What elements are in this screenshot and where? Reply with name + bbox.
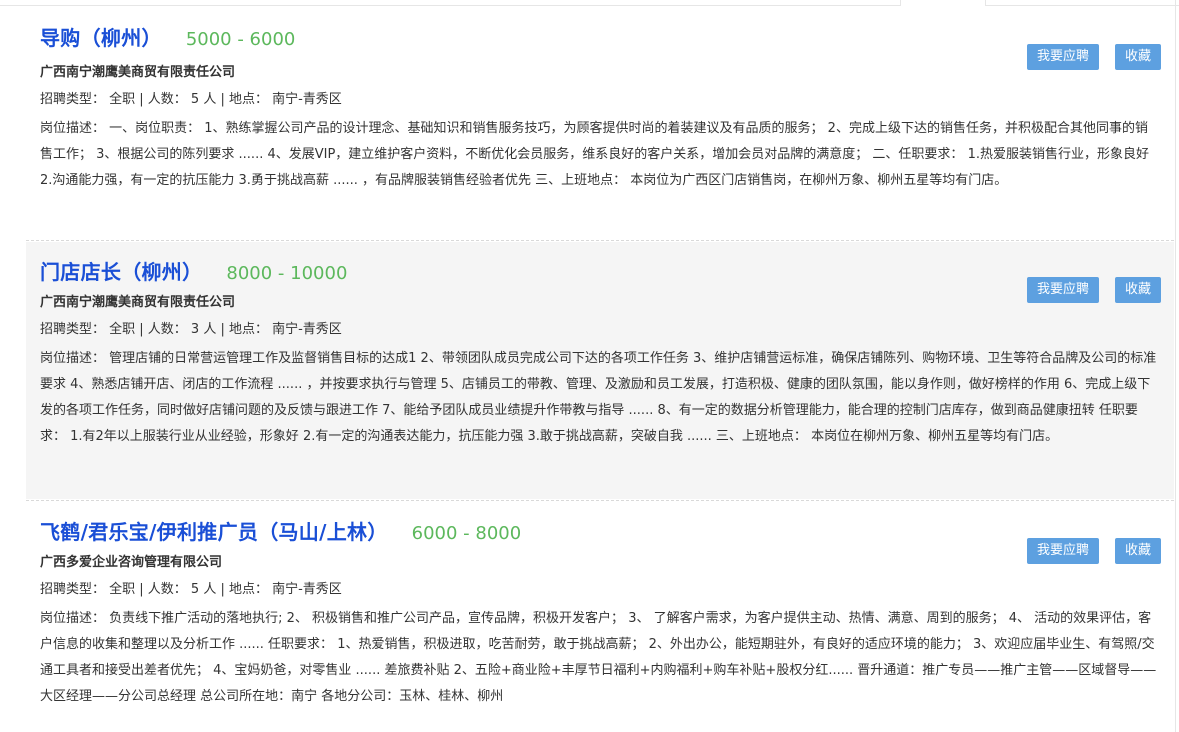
desc-text: 一、岗位职责： 1、熟练掌握公司产品的设计理念、基础知识和销售服务技巧，为顾客提…: [40, 121, 1149, 188]
job-card: 飞鹤/君乐宝/伊利推广员（马山/上林） 6000 - 8000 广西多爱企业咨询…: [26, 502, 1174, 732]
favorite-button[interactable]: 收藏: [1114, 44, 1161, 70]
job-title[interactable]: 门店店长（柳州）: [40, 256, 202, 285]
company-name[interactable]: 广西南宁潮鹰美商贸有限责任公司: [40, 60, 1160, 86]
job-actions: 我要应聘 收藏: [1026, 538, 1161, 564]
favorite-button[interactable]: 收藏: [1114, 538, 1161, 564]
job-card: 导购（柳州） 5000 - 6000 广西南宁潮鹰美商贸有限责任公司 招聘类型：…: [26, 18, 1174, 236]
job-meta: 招聘类型： 全职 | 人数： 5 人 | 地点： 南宁-青秀区: [40, 92, 342, 107]
job-title[interactable]: 飞鹤/君乐宝/伊利推广员（马山/上林）: [40, 516, 388, 545]
desc-text: 负责线下推广活动的落地执行; 2、 积极销售和推广公司产品，宣传品牌，积极开发客…: [40, 611, 1157, 704]
desc-label: 岗位描述：: [40, 121, 110, 136]
job-actions: 我要应聘 收藏: [1026, 277, 1161, 303]
company-name[interactable]: 广西南宁潮鹰美商贸有限责任公司: [40, 290, 1160, 316]
job-title-line: 门店店长（柳州） 8000 - 10000: [40, 242, 1160, 288]
job-salary: 8000 - 10000: [226, 263, 348, 284]
apply-button[interactable]: 我要应聘: [1026, 277, 1099, 303]
job-description: 岗位描述： 一、岗位职责： 1、熟练掌握公司产品的设计理念、基础知识和销售服务技…: [40, 116, 1160, 194]
desc-text: 管理店铺的日常营运管理工作及监督销售目标的达成1 2、带领团队成员完成公司下达的…: [40, 351, 1157, 444]
favorite-button[interactable]: 收藏: [1114, 277, 1161, 303]
job-salary: 6000 - 8000: [411, 523, 522, 544]
company-name[interactable]: 广西多爱企业咨询管理有限公司: [40, 550, 1160, 576]
job-actions: 我要应聘 收藏: [1026, 44, 1161, 70]
job-title[interactable]: 导购（柳州）: [40, 22, 162, 51]
job-description: 岗位描述： 负责线下推广活动的落地执行; 2、 积极销售和推广公司产品，宣传品牌…: [40, 606, 1160, 710]
job-salary: 5000 - 6000: [185, 29, 296, 50]
job-title-line: 导购（柳州） 5000 - 6000: [40, 18, 1160, 58]
apply-button[interactable]: 我要应聘: [1026, 44, 1099, 70]
job-meta: 招聘类型： 全职 | 人数： 3 人 | 地点： 南宁-青秀区: [40, 322, 342, 337]
job-description: 岗位描述： 管理店铺的日常营运管理工作及监督销售目标的达成1 2、带领团队成员完…: [40, 346, 1160, 450]
top-bar: [0, 0, 1179, 6]
divider: [26, 500, 1174, 501]
job-title-line: 飞鹤/君乐宝/伊利推广员（马山/上林） 6000 - 8000: [40, 502, 1160, 548]
right-border: [1175, 0, 1176, 732]
job-meta: 招聘类型： 全职 | 人数： 5 人 | 地点： 南宁-青秀区: [40, 582, 342, 597]
apply-button[interactable]: 我要应聘: [1026, 538, 1099, 564]
desc-label: 岗位描述：: [40, 611, 110, 626]
job-card: 门店店长（柳州） 8000 - 10000 广西南宁潮鹰美商贸有限责任公司 招聘…: [26, 242, 1174, 499]
divider: [26, 240, 1174, 241]
tab-fragment: [900, 0, 986, 6]
desc-label: 岗位描述：: [40, 351, 110, 366]
